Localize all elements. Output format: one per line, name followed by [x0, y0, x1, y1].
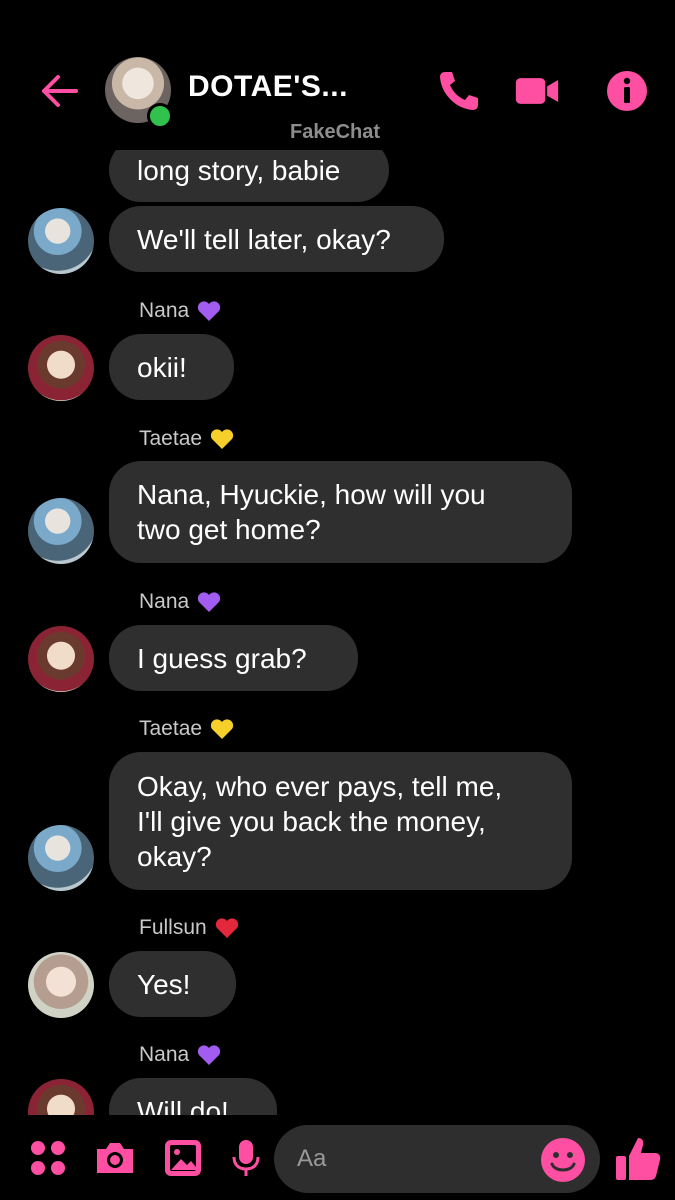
sender-name: Fullsun	[139, 916, 207, 939]
purple-heart-icon	[198, 592, 221, 612]
sender-name: Taetae	[139, 427, 203, 450]
message-input-placeholder[interactable]: Aa	[297, 1145, 326, 1173]
message-text: We'll tell later, okay?	[137, 223, 391, 255]
sender-label: Nana	[139, 590, 221, 614]
message-text-line: Nana, Hyuckie, how will you	[137, 479, 486, 510]
avatar-taetae[interactable]	[28, 825, 94, 891]
message-bubble[interactable]: Okay, who ever pays, tell me, I'll give …	[109, 752, 572, 890]
purple-heart-icon	[198, 301, 221, 321]
message-text-line: two get home?	[137, 514, 321, 545]
message-text-line: Okay, who ever pays, tell me,	[137, 770, 503, 802]
message-bubble[interactable]: Will do!	[109, 1078, 277, 1115]
red-heart-icon	[215, 918, 238, 938]
avatar-nana[interactable]	[28, 1079, 94, 1115]
watermark: FakeChat	[290, 121, 381, 143]
avatar-taetae[interactable]	[28, 498, 94, 564]
sender-name: Nana	[139, 299, 190, 322]
avatar-fullsun[interactable]	[28, 952, 94, 1018]
back-arrow-icon[interactable]	[36, 68, 82, 114]
sender-label: Fullsun	[139, 916, 239, 940]
message-bubble[interactable]: Nana, Hyuckie, how will you two get home…	[109, 461, 572, 563]
message-text: I guess grab?	[137, 642, 307, 674]
yellow-heart-icon	[210, 429, 234, 449]
chat-header: DOTAE'S... FakeChat	[0, 0, 675, 150]
avatar-nana[interactable]	[28, 335, 94, 401]
thumbs-up-icon[interactable]	[614, 1134, 662, 1184]
sender-label: Nana	[139, 1043, 221, 1067]
sender-name: Nana	[139, 1043, 190, 1066]
sender-label: Nana	[139, 299, 221, 323]
phone-call-icon[interactable]	[436, 68, 482, 114]
message-bubble[interactable]: We'll tell later, okay?	[109, 206, 444, 272]
message-bubble[interactable]: okii!	[109, 334, 234, 400]
message-list[interactable]: long story, babie We'll tell later, okay…	[0, 0, 675, 1115]
avatar-nana[interactable]	[28, 626, 94, 692]
info-icon[interactable]	[604, 68, 650, 114]
video-call-icon[interactable]	[514, 68, 560, 114]
message-bubble[interactable]: Yes!	[109, 951, 236, 1017]
sender-name: Nana	[139, 590, 190, 613]
yellow-heart-icon	[210, 719, 234, 739]
message-text-line: I'll give you back the money,	[137, 805, 486, 837]
message-text: long story, babie	[137, 154, 341, 186]
camera-icon[interactable]	[93, 1137, 137, 1179]
message-text: Yes!	[137, 968, 191, 1000]
message-text: okii!	[137, 351, 187, 383]
message-bubble[interactable]: I guess grab?	[109, 625, 358, 691]
microphone-icon[interactable]	[228, 1137, 264, 1179]
purple-heart-icon	[198, 1045, 221, 1065]
online-indicator	[147, 103, 173, 129]
emoji-icon[interactable]	[539, 1136, 587, 1184]
sender-label: Taetae	[139, 427, 234, 451]
message-text: Will do!	[137, 1095, 229, 1116]
avatar-taetae[interactable]	[28, 208, 94, 274]
message-text-line: okay?	[137, 840, 212, 872]
sender-label: Taetae	[139, 717, 234, 741]
gallery-icon[interactable]	[163, 1137, 203, 1179]
chat-title[interactable]: DOTAE'S...	[188, 70, 348, 104]
apps-icon[interactable]	[28, 1137, 68, 1179]
sender-name: Taetae	[139, 717, 203, 740]
